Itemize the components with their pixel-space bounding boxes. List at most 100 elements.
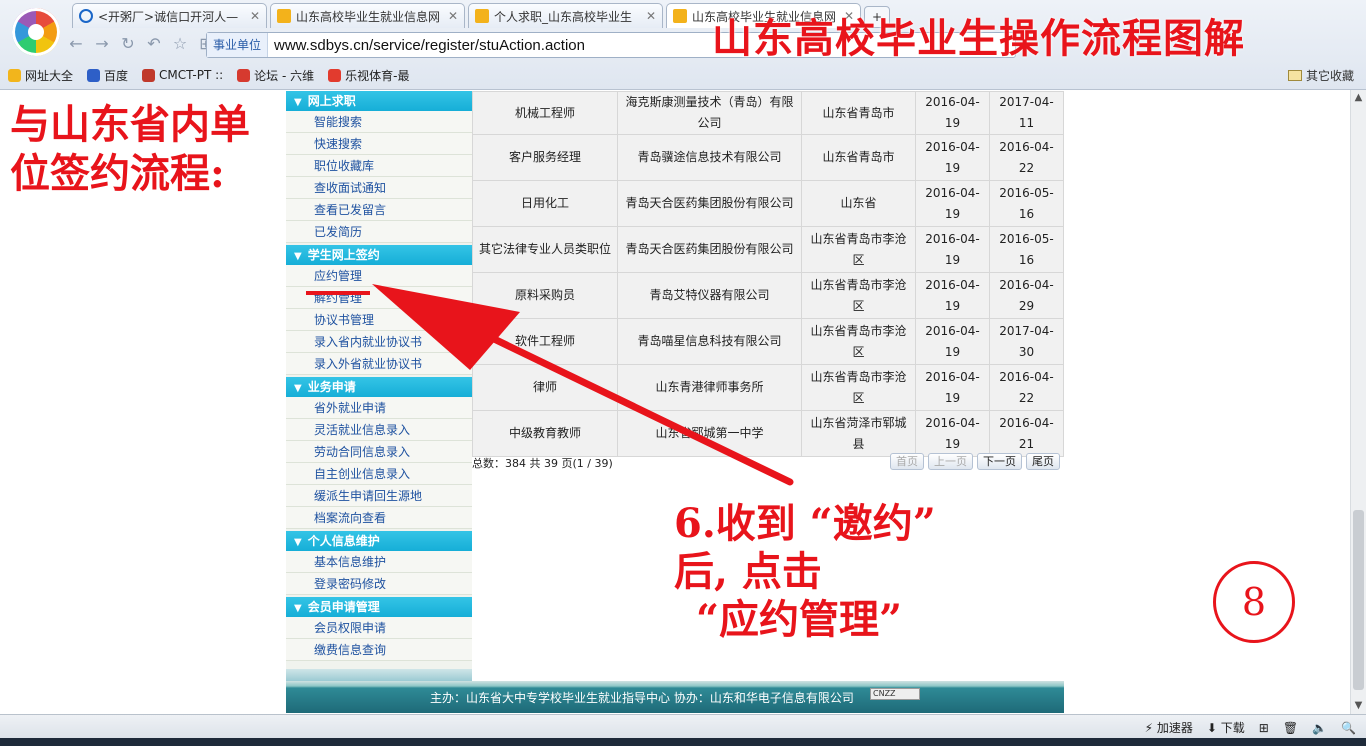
- bookmark-label: 乐视体育-最: [345, 68, 410, 83]
- bookmark-item[interactable]: 乐视体育-最: [328, 67, 409, 84]
- sidebar-item-agreement-management[interactable]: 协议书管理: [286, 309, 472, 331]
- vertical-scrollbar[interactable]: ▲ ▼: [1350, 90, 1366, 714]
- forward-icon[interactable]: →: [92, 34, 112, 53]
- back-icon[interactable]: ←: [66, 34, 86, 53]
- tab-close-icon[interactable]: ✕: [448, 9, 458, 23]
- sidebar-item-flexible-employment[interactable]: 灵活就业信息录入: [286, 419, 472, 441]
- sidebar-item-offer-management[interactable]: 应约管理: [286, 265, 472, 287]
- deadline-cell: 2017-04-30: [989, 318, 1064, 365]
- os-taskbar: [0, 738, 1366, 746]
- zoom-icon[interactable]: 🔍: [1341, 721, 1356, 735]
- scroll-down-icon[interactable]: ▼: [1351, 698, 1366, 714]
- bookmark-favicon-icon: [328, 68, 342, 82]
- folder-icon: [1287, 70, 1302, 81]
- table-row[interactable]: 原料采购员 青岛艾特仪器有限公司 山东省青岛市李沧区 2016-04-19 2016-0…: [472, 272, 1064, 319]
- tab-favicon-icon: [673, 9, 687, 23]
- location-cell: 山东省: [801, 180, 916, 227]
- browser-chrome: <开粥厂>诚信口开河人— ✕ 山东高校毕业生就业信息网 ✕ 个人求职_山东高校毕…: [0, 0, 1366, 90]
- table-row[interactable]: 软件工程师 青岛喵星信息科技有限公司 山东省青岛市李沧区 2016-04-19 2017…: [472, 318, 1064, 365]
- sidebar-item-password-change[interactable]: 登录密码修改: [286, 573, 472, 595]
- stats-badge[interactable]: CNZZ: [870, 688, 920, 700]
- step-line: 6.收到 “邀约”: [674, 500, 936, 547]
- download-button[interactable]: ⬇ 下载: [1207, 719, 1245, 736]
- deadline-cell: 2016-04-22: [989, 134, 1064, 181]
- sidebar-item-saved-jobs[interactable]: 职位收藏库: [286, 155, 472, 177]
- sidebar-section-membership[interactable]: ▼ 会员申请管理: [286, 597, 472, 617]
- deadline-cell: 2016-05-16: [989, 180, 1064, 227]
- bookmark-label: 百度: [104, 68, 129, 83]
- sidebar-item-archive-flow[interactable]: 档案流向查看: [286, 507, 472, 529]
- scroll-thumb[interactable]: [1353, 510, 1364, 690]
- table-row[interactable]: 机械工程师 海克斯康测量技术（青岛）有限公司 山东省青岛市 2016-04-19 201…: [472, 91, 1064, 135]
- trash-icon[interactable]: 🗑: [1283, 721, 1298, 735]
- favorite-star-icon[interactable]: ☆: [170, 34, 190, 53]
- tab-2[interactable]: 山东高校毕业生就业信息网 ✕: [270, 3, 465, 28]
- deadline-cell: 2017-04-11: [989, 91, 1064, 135]
- triangle-down-icon: ▼: [294, 97, 302, 108]
- job-position-cell: 机械工程师: [472, 91, 618, 135]
- sidebar-item-sent-resumes[interactable]: 已发简历: [286, 221, 472, 243]
- bookmark-item[interactable]: CMCT-PT ::: [142, 68, 223, 82]
- sidebar-item-basic-info[interactable]: 基本信息维护: [286, 551, 472, 573]
- add-icon[interactable]: ⊞: [1259, 721, 1269, 735]
- tab-close-icon[interactable]: ✕: [250, 9, 260, 23]
- step-line: 后, 点击: [674, 548, 822, 595]
- bookmark-favicon-icon: [142, 68, 156, 82]
- sidebar-item-sent-messages[interactable]: 查看已发留言: [286, 199, 472, 221]
- sidebar-section-online-signing[interactable]: ▼ 学生网上签约: [286, 245, 472, 265]
- tab-3[interactable]: 个人求职_山东高校毕业生 ✕: [468, 3, 663, 28]
- undo-icon[interactable]: ↶: [144, 34, 164, 53]
- sidebar-item-out-province-apply[interactable]: 省外就业申请: [286, 397, 472, 419]
- sidebar-item-enter-in-province-agreement[interactable]: 录入省内就业协议书: [286, 331, 472, 353]
- table-row[interactable]: 中级教育教师 山东省郓城第一中学 山东省菏泽市郓城县 2016-04-19 2016-0…: [472, 410, 1064, 457]
- tab-1[interactable]: <开粥厂>诚信口开河人— ✕: [72, 3, 267, 28]
- first-page-button[interactable]: 首页: [890, 453, 924, 470]
- job-table: 机械工程师 海克斯康测量技术（青岛）有限公司 山东省青岛市 2016-04-19 201…: [472, 91, 1064, 457]
- sidebar-section-job-search[interactable]: ▼ 网上求职: [286, 91, 472, 111]
- refresh-icon[interactable]: ↻: [118, 34, 138, 53]
- sidebar-item-labor-contract[interactable]: 劳动合同信息录入: [286, 441, 472, 463]
- next-page-button[interactable]: 下一页: [977, 453, 1022, 470]
- last-page-button[interactable]: 尾页: [1026, 453, 1060, 470]
- download-label: 下载: [1220, 721, 1245, 735]
- prev-page-button[interactable]: 上一页: [928, 453, 973, 470]
- deadline-cell: 2016-04-21: [989, 410, 1064, 457]
- company-cell: 青岛天合医药集团股份有限公司: [617, 226, 802, 273]
- volume-icon[interactable]: 🔈: [1312, 721, 1327, 735]
- tab-label: 个人求职_山东高校毕业生: [494, 9, 633, 24]
- sidebar-item-cancel-contract[interactable]: 解约管理: [286, 287, 472, 309]
- publish-date-cell: 2016-04-19: [915, 318, 990, 365]
- sidebar-item-smart-search[interactable]: 智能搜索: [286, 111, 472, 133]
- pager-info: 总数：384 共 39 页(1 / 39): [472, 457, 613, 470]
- company-cell: 青岛喵星信息科技有限公司: [617, 318, 802, 365]
- bookmark-item[interactable]: 网址大全: [8, 67, 73, 84]
- table-row[interactable]: 其它法律专业人员类职位 青岛天合医药集团股份有限公司 山东省青岛市李沧区 2016-0…: [472, 226, 1064, 273]
- table-row[interactable]: 律师 山东青港律师事务所 山东省青岛市李沧区 2016-04-19 2016-04-22: [472, 364, 1064, 411]
- section-title: 网上求职: [307, 94, 356, 108]
- address-url[interactable]: www.sdbys.cn/service/register/stuAction.…: [268, 37, 585, 54]
- sidebar-section-business-apply[interactable]: ▼ 业务申请: [286, 377, 472, 397]
- table-row[interactable]: 日用化工 青岛天合医药集团股份有限公司 山东省 2016-04-19 2016-05-1…: [472, 180, 1064, 227]
- sidebar-item-enter-out-province-agreement[interactable]: 录入外省就业协议书: [286, 353, 472, 375]
- section-title: 业务申请: [307, 380, 356, 394]
- sidebar-item-quick-search[interactable]: 快速搜索: [286, 133, 472, 155]
- location-cell: 山东省青岛市李沧区: [801, 364, 916, 411]
- bookmark-item[interactable]: 百度: [87, 67, 128, 84]
- tutorial-banner-title: 山东高校毕业生操作流程图解: [712, 15, 1245, 62]
- sidebar-item-payment-query[interactable]: 缴费信息查询: [286, 639, 472, 661]
- scroll-up-icon[interactable]: ▲: [1351, 90, 1366, 106]
- tutorial-left-note: 与山东省内单 位签约流程:: [10, 100, 295, 198]
- left-note-line: 位签约流程:: [10, 150, 225, 197]
- sidebar-item-member-permission[interactable]: 会员权限申请: [286, 617, 472, 639]
- deadline-cell: 2016-04-22: [989, 364, 1064, 411]
- sidebar-section-personal-info[interactable]: ▼ 个人信息维护: [286, 531, 472, 551]
- publish-date-cell: 2016-04-19: [915, 134, 990, 181]
- accelerator-button[interactable]: ⚡ 加速器: [1145, 719, 1193, 736]
- tab-close-icon[interactable]: ✕: [646, 9, 656, 23]
- sidebar-item-interview-notices[interactable]: 查收面试通知: [286, 177, 472, 199]
- table-row[interactable]: 客户服务经理 青岛骥途信息技术有限公司 山东省青岛市 2016-04-19 2016-0…: [472, 134, 1064, 181]
- bookmark-item[interactable]: 论坛 - 六维: [237, 67, 314, 84]
- other-bookmarks[interactable]: 其它收藏: [1287, 67, 1354, 84]
- sidebar-item-deferred-dispatch[interactable]: 缓派生申请回生源地: [286, 485, 472, 507]
- sidebar-item-startup-info[interactable]: 自主创业信息录入: [286, 463, 472, 485]
